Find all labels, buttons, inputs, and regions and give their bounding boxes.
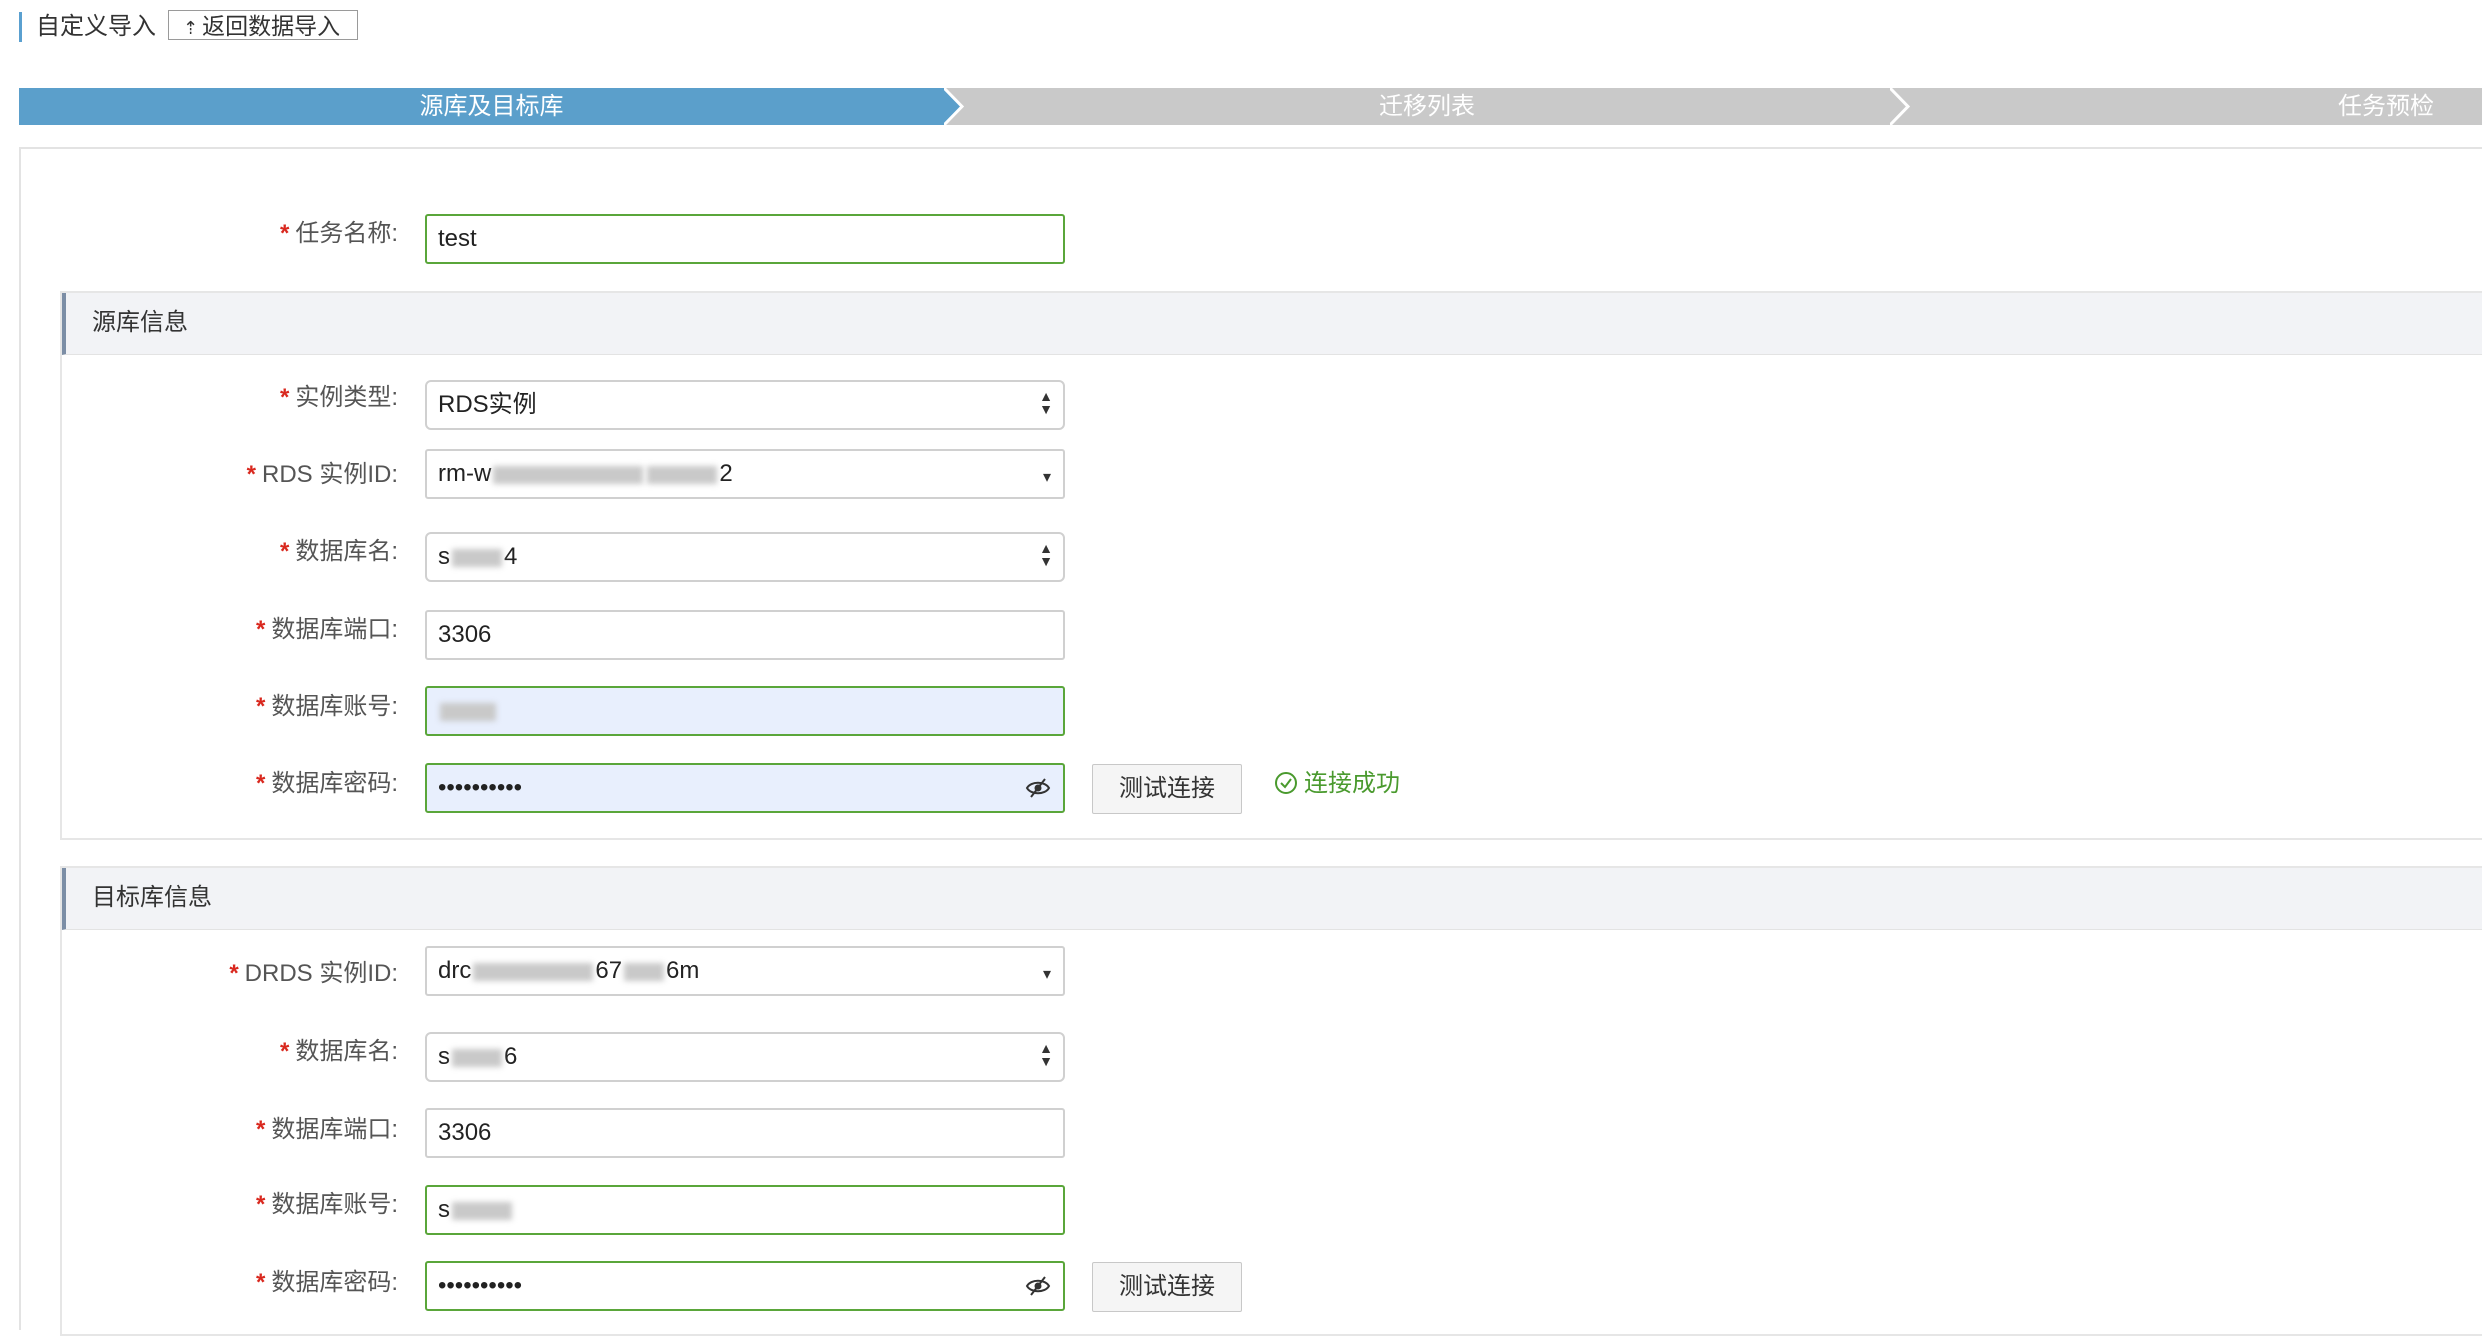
back-to-import-button[interactable]: ⇡ 返回数据导入 bbox=[168, 10, 358, 40]
rds-id-label: * RDS 实例ID: bbox=[246, 461, 398, 488]
target-port-label: * 数据库端口: bbox=[255, 1116, 398, 1143]
source-port-label: * 数据库端口: bbox=[255, 616, 398, 643]
target-port-input[interactable]: 3306 bbox=[425, 1108, 1065, 1158]
eye-off-icon[interactable] bbox=[1025, 777, 1051, 799]
source-db-name-select[interactable]: s4 ▲ ▼ bbox=[425, 532, 1065, 582]
source-password-label: * 数据库密码: bbox=[255, 770, 398, 797]
title-accent-bar bbox=[19, 12, 22, 42]
page-title: 自定义导入 bbox=[36, 13, 156, 40]
target-test-connection-button[interactable]: 测试连接 bbox=[1092, 1262, 1242, 1312]
task-name-label: * 任务名称: bbox=[279, 220, 398, 247]
step-migration-list[interactable]: 迁移列表 bbox=[944, 88, 1910, 125]
target-section-header: 目标库信息 bbox=[62, 868, 2482, 930]
step-label: 任务预检 bbox=[2338, 93, 2434, 120]
source-db-name-label: * 数据库名: bbox=[279, 538, 398, 565]
target-account-label: * 数据库账号: bbox=[255, 1191, 398, 1218]
source-section-header: 源库信息 bbox=[62, 293, 2482, 355]
select-updown-icon: ▲ ▼ bbox=[1039, 1040, 1053, 1069]
source-account-label: * 数据库账号: bbox=[255, 693, 398, 720]
target-section-title: 目标库信息 bbox=[92, 884, 212, 911]
task-name-input[interactable]: test bbox=[425, 214, 1065, 264]
source-account-input[interactable] bbox=[425, 686, 1065, 736]
source-section: 源库信息 bbox=[60, 291, 2482, 840]
target-password-label: * 数据库密码: bbox=[255, 1269, 398, 1296]
connection-success-status: 连接成功 bbox=[1274, 766, 1400, 802]
source-test-connection-button[interactable]: 测试连接 bbox=[1092, 764, 1242, 814]
page-header: 自定义导入 ⇡ 返回数据导入 bbox=[0, 0, 2482, 56]
target-section: 目标库信息 bbox=[60, 866, 2482, 1336]
select-updown-icon: ▲ ▼ bbox=[1039, 540, 1053, 569]
upload-arrow-icon: ⇡ bbox=[183, 18, 199, 38]
step-precheck[interactable]: 任务预检 bbox=[1890, 88, 2482, 125]
target-account-input[interactable]: s bbox=[425, 1185, 1065, 1235]
source-port-input[interactable]: 3306 bbox=[425, 610, 1065, 660]
target-db-name-select[interactable]: s6 ▲ ▼ bbox=[425, 1032, 1065, 1082]
chevron-down-icon: ▾ bbox=[1042, 966, 1051, 983]
source-section-title: 源库信息 bbox=[92, 309, 188, 336]
eye-off-icon[interactable] bbox=[1025, 1275, 1051, 1297]
target-db-name-label: * 数据库名: bbox=[279, 1038, 398, 1065]
rds-id-select[interactable]: rm-w 2 ▾ bbox=[425, 449, 1065, 499]
check-circle-icon bbox=[1275, 772, 1297, 794]
target-password-input[interactable]: •••••••••• bbox=[425, 1261, 1065, 1311]
drds-id-label: * DRDS 实例ID: bbox=[229, 960, 398, 987]
source-password-input[interactable]: •••••••••• bbox=[425, 763, 1065, 813]
step-label: 迁移列表 bbox=[1379, 93, 1475, 120]
instance-type-select[interactable]: RDS实例 ▲ ▼ bbox=[425, 380, 1065, 430]
chevron-down-icon: ▾ bbox=[1042, 469, 1051, 486]
drds-id-select[interactable]: drc 67 6m ▾ bbox=[425, 946, 1065, 996]
instance-type-label: * 实例类型: bbox=[279, 384, 398, 411]
wizard-steps: 源库及目标库 迁移列表 任务预检 bbox=[19, 88, 2482, 125]
step-label: 源库及目标库 bbox=[419, 93, 564, 120]
select-updown-icon: ▲ ▼ bbox=[1039, 388, 1053, 417]
back-button-label: 返回数据导入 bbox=[202, 13, 341, 39]
step-source-target[interactable]: 源库及目标库 bbox=[19, 88, 964, 125]
